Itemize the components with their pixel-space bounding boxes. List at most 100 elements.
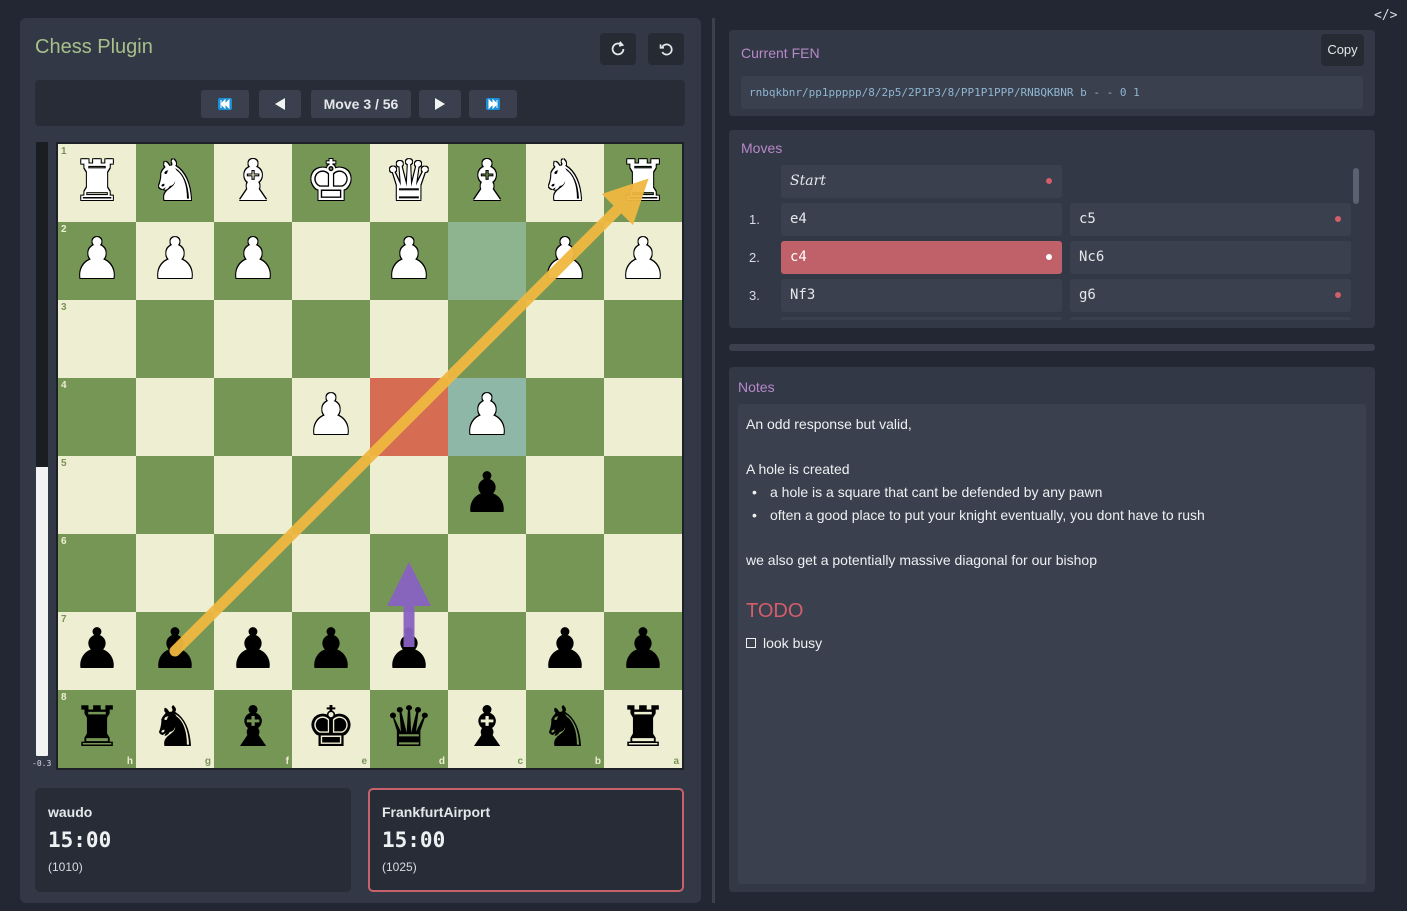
square-e5[interactable] [292,456,370,534]
white-piece[interactable]: ♟ [448,378,526,456]
white-piece[interactable]: ♚ [292,144,370,222]
square-b2[interactable]: ♟ [526,222,604,300]
square-h4[interactable]: 4 [58,378,136,456]
black-piece[interactable]: ♟ [370,612,448,690]
fen-field[interactable]: rnbqkbnr/pp1ppppp/8/2p5/2P1P3/8/PP1P1PPP… [741,76,1363,109]
black-piece[interactable]: ♟ [136,612,214,690]
square-h6[interactable]: 6 [58,534,136,612]
black-piece[interactable]: ♜ [58,690,136,768]
code-view-icon[interactable]: </> [1374,8,1397,23]
square-d3[interactable] [370,300,448,378]
move-start[interactable]: Start [781,165,1062,198]
square-f5[interactable] [214,456,292,534]
square-e2[interactable] [292,222,370,300]
square-e4[interactable]: ♟ [292,378,370,456]
white-piece[interactable]: ♝ [448,144,526,222]
square-g8[interactable]: g ♞ [136,690,214,768]
white-piece[interactable]: ♟ [604,222,682,300]
square-b6[interactable] [526,534,604,612]
square-c4[interactable]: ♟ [448,378,526,456]
move-black-3[interactable]: g6 [1070,279,1351,312]
white-piece[interactable]: ♝ [214,144,292,222]
square-d1[interactable]: ♛ [370,144,448,222]
notes-editor[interactable]: An odd response but valid, A hole is cre… [738,404,1366,884]
black-piece[interactable]: ♝ [448,690,526,768]
white-piece[interactable]: ♞ [526,144,604,222]
square-d5[interactable] [370,456,448,534]
black-piece[interactable]: ♛ [370,690,448,768]
square-c5[interactable]: ♟ [448,456,526,534]
square-b1[interactable]: ♞ [526,144,604,222]
square-d4[interactable] [370,378,448,456]
prev-move-button[interactable] [259,90,301,118]
square-c2[interactable] [448,222,526,300]
square-a1[interactable]: ♜ [604,144,682,222]
square-g6[interactable] [136,534,214,612]
todo-checkbox[interactable] [746,638,756,648]
square-c7[interactable] [448,612,526,690]
square-g4[interactable] [136,378,214,456]
square-a3[interactable] [604,300,682,378]
square-e3[interactable] [292,300,370,378]
next-move-button[interactable] [419,90,461,118]
black-piece[interactable]: ♝ [214,690,292,768]
square-g5[interactable] [136,456,214,534]
square-h8[interactable]: 8 h ♜ [58,690,136,768]
square-b5[interactable] [526,456,604,534]
black-piece[interactable]: ♟ [58,612,136,690]
square-d2[interactable]: ♟ [370,222,448,300]
move-white-3[interactable]: Nf3 [781,279,1062,312]
square-e8[interactable]: e ♚ [292,690,370,768]
refresh-button[interactable] [600,33,636,65]
black-piece[interactable]: ♟ [214,612,292,690]
square-f1[interactable]: ♝ [214,144,292,222]
white-piece[interactable]: ♛ [370,144,448,222]
white-piece[interactable]: ♟ [292,378,370,456]
white-piece[interactable]: ♟ [526,222,604,300]
square-h3[interactable]: 3 [58,300,136,378]
square-d7[interactable]: ♟ [370,612,448,690]
move-black-4[interactable] [1070,317,1351,320]
move-white-2[interactable]: c4 [781,241,1062,274]
square-d8[interactable]: d ♛ [370,690,448,768]
square-e7[interactable]: ♟ [292,612,370,690]
square-d6[interactable] [370,534,448,612]
square-c3[interactable] [448,300,526,378]
white-piece[interactable]: ♟ [136,222,214,300]
square-c6[interactable] [448,534,526,612]
move-black-2[interactable]: Nc6 [1070,241,1351,274]
square-h2[interactable]: 2 ♟ [58,222,136,300]
move-white-1[interactable]: e4 [781,203,1062,236]
square-h5[interactable]: 5 [58,456,136,534]
black-piece[interactable]: ♜ [604,690,682,768]
black-piece[interactable]: ♟ [292,612,370,690]
moves-list[interactable]: Start 1. e4 c5 2. c4 Nc6 3. Nf3 g6 [729,165,1363,320]
panel-divider[interactable] [712,18,715,903]
last-move-button[interactable] [469,90,517,118]
first-move-button[interactable] [201,90,249,118]
square-f2[interactable]: ♟ [214,222,292,300]
square-b4[interactable] [526,378,604,456]
square-g7[interactable]: ♟ [136,612,214,690]
square-g3[interactable] [136,300,214,378]
black-piece[interactable]: ♟ [604,612,682,690]
black-piece[interactable]: ♟ [448,456,526,534]
white-piece[interactable]: ♞ [136,144,214,222]
black-piece[interactable]: ♟ [526,612,604,690]
square-f7[interactable]: ♟ [214,612,292,690]
copy-fen-button[interactable]: Copy [1321,34,1364,66]
square-h7[interactable]: 7 ♟ [58,612,136,690]
white-piece[interactable]: ♜ [58,144,136,222]
square-h1[interactable]: 1 ♜ [58,144,136,222]
square-a5[interactable] [604,456,682,534]
black-piece[interactable]: ♞ [136,690,214,768]
square-c8[interactable]: c ♝ [448,690,526,768]
square-e6[interactable] [292,534,370,612]
square-b8[interactable]: b ♞ [526,690,604,768]
square-a4[interactable] [604,378,682,456]
square-f6[interactable] [214,534,292,612]
square-a2[interactable]: ♟ [604,222,682,300]
square-f8[interactable]: f ♝ [214,690,292,768]
square-f4[interactable] [214,378,292,456]
panel-splitter[interactable] [729,344,1375,351]
